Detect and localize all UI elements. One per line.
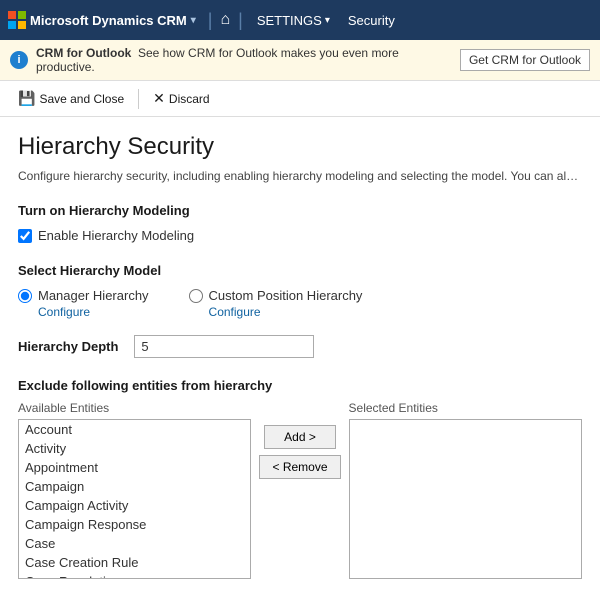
exclude-columns: Available Entities AccountActivityAppoin… xyxy=(18,401,582,579)
top-nav: Microsoft Dynamics CRM ▾ | ⌂ | SETTINGS … xyxy=(0,0,600,40)
list-item[interactable]: Campaign Response xyxy=(19,515,250,534)
toolbar-separator xyxy=(138,89,139,109)
custom-configure-link[interactable]: Configure xyxy=(209,305,363,319)
available-entities-col: Available Entities AccountActivityAppoin… xyxy=(18,401,251,579)
turn-on-header: Turn on Hierarchy Modeling xyxy=(18,203,582,218)
toolbar: 💾 Save and Close ✕ Discard xyxy=(0,81,600,117)
nav-separator2: | xyxy=(238,10,243,31)
remove-button[interactable]: < Remove xyxy=(259,455,340,479)
list-item[interactable]: Activity xyxy=(19,439,250,458)
manager-hierarchy-option: Manager Hierarchy Configure xyxy=(18,288,149,319)
exclude-section: Exclude following entities from hierarch… xyxy=(18,378,582,579)
page-content: Hierarchy Security Configure hierarchy s… xyxy=(0,117,600,595)
list-item[interactable]: Case Resolution xyxy=(19,572,250,579)
custom-hierarchy-label: Custom Position Hierarchy xyxy=(209,288,363,303)
list-item[interactable]: Appointment xyxy=(19,458,250,477)
page-description: Configure hierarchy security, including … xyxy=(18,169,582,183)
discard-icon: ✕ xyxy=(153,90,165,107)
discard-button[interactable]: ✕ Discard xyxy=(145,87,217,110)
discard-label: Discard xyxy=(169,92,210,106)
enable-hierarchy-label: Enable Hierarchy Modeling xyxy=(38,228,194,243)
manager-hierarchy-radio[interactable] xyxy=(18,289,32,303)
add-button[interactable]: Add > xyxy=(264,425,336,449)
nav-logo-caret[interactable]: ▾ xyxy=(191,15,196,26)
page-title: Hierarchy Security xyxy=(18,133,582,161)
save-icon: 💾 xyxy=(18,90,35,107)
custom-option-row: Custom Position Hierarchy xyxy=(189,288,363,303)
selected-entities-col: Selected Entities xyxy=(349,401,582,579)
info-icon: i xyxy=(10,51,28,69)
hierarchy-depth-section: Hierarchy Depth xyxy=(18,335,582,358)
ms-logo-icon xyxy=(8,11,26,29)
save-close-button[interactable]: 💾 Save and Close xyxy=(10,87,132,110)
nav-settings-label: SETTINGS xyxy=(257,13,322,28)
outlook-banner: i CRM for Outlook See how CRM for Outloo… xyxy=(0,40,600,81)
outlook-banner-text: CRM for Outlook See how CRM for Outlook … xyxy=(36,46,452,74)
custom-hierarchy-radio[interactable] xyxy=(189,289,203,303)
manager-option-row: Manager Hierarchy xyxy=(18,288,149,303)
selected-entities-listbox[interactable] xyxy=(349,419,582,579)
manager-configure-link[interactable]: Configure xyxy=(38,305,149,319)
hierarchy-model-section: Select Hierarchy Model Manager Hierarchy… xyxy=(18,263,582,319)
nav-logo-text: Microsoft Dynamics CRM xyxy=(30,13,187,28)
exclude-header: Exclude following entities from hierarch… xyxy=(18,378,582,393)
list-item[interactable]: Case xyxy=(19,534,250,553)
list-item[interactable]: Case Creation Rule xyxy=(19,553,250,572)
enable-hierarchy-checkbox[interactable] xyxy=(18,229,32,243)
add-remove-col: Add > < Remove xyxy=(259,401,340,479)
selected-entities-header: Selected Entities xyxy=(349,401,582,415)
list-item[interactable]: Campaign Activity xyxy=(19,496,250,515)
hierarchy-model-header: Select Hierarchy Model xyxy=(18,263,582,278)
depth-input[interactable] xyxy=(134,335,314,358)
manager-hierarchy-label: Manager Hierarchy xyxy=(38,288,149,303)
turn-on-section: Turn on Hierarchy Modeling Enable Hierar… xyxy=(18,203,582,243)
nav-separator: | xyxy=(208,10,213,31)
available-entities-listbox[interactable]: AccountActivityAppointmentCampaignCampai… xyxy=(18,419,251,579)
available-entities-header: Available Entities xyxy=(18,401,251,415)
enable-hierarchy-row: Enable Hierarchy Modeling xyxy=(18,228,582,243)
list-item[interactable]: Campaign xyxy=(19,477,250,496)
nav-security-text: Security xyxy=(348,13,395,28)
custom-position-option: Custom Position Hierarchy Configure xyxy=(189,288,363,319)
list-item[interactable]: Account xyxy=(19,420,250,439)
save-close-label: Save and Close xyxy=(39,92,124,106)
nav-settings-caret: ▾ xyxy=(325,15,330,26)
get-crm-outlook-button[interactable]: Get CRM for Outlook xyxy=(460,49,590,71)
nav-home-icon[interactable]: ⌂ xyxy=(220,11,230,29)
crm-for-outlook-label: CRM for Outlook xyxy=(36,46,131,60)
depth-label: Hierarchy Depth xyxy=(18,339,118,354)
nav-logo[interactable]: Microsoft Dynamics CRM ▾ xyxy=(8,11,196,29)
model-options: Manager Hierarchy Configure Custom Posit… xyxy=(18,288,582,319)
nav-settings-btn[interactable]: SETTINGS ▾ xyxy=(251,11,336,30)
